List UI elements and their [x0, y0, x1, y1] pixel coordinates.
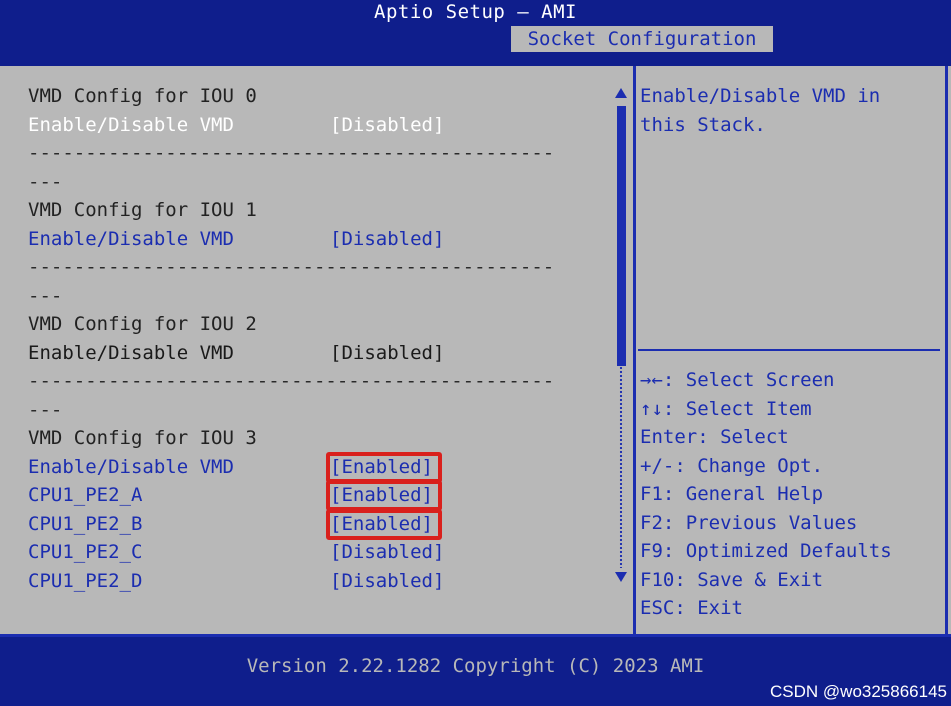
- setting-label: CPU1_PE2_B: [28, 512, 143, 535]
- setting-value[interactable]: [Disabled]: [330, 538, 444, 566]
- triangle-up-icon[interactable]: [615, 88, 627, 98]
- setting-row[interactable]: Enable/Disable VMD [Disabled]: [28, 225, 448, 253]
- help-line-1: Enable/Disable VMD in: [640, 85, 881, 107]
- section-heading: VMD Config for IOU 0: [28, 85, 257, 107]
- key-f1-help: F1: General Help: [640, 483, 824, 505]
- tab-socket-configuration[interactable]: Socket Configuration: [511, 26, 773, 52]
- setting-label: CPU1_PE2_C: [28, 541, 143, 563]
- section-heading: VMD Config for IOU 1: [28, 199, 257, 221]
- watermark: CSDN @wo325866145: [770, 682, 947, 701]
- help-divider: [638, 349, 940, 351]
- separator: ---: [28, 398, 63, 421]
- key-f2-previous: F2: Previous Values: [640, 511, 858, 534]
- panel-divider: [633, 66, 636, 637]
- setting-row[interactable]: Enable/Disable VMD [Disabled]: [28, 111, 448, 139]
- settings-list: VMD Config for IOU 0 Enable/Disable VMD [D…: [0, 66, 632, 637]
- key-select-item: ↑↓: Select Item: [640, 397, 812, 420]
- setting-value[interactable]: [Disabled]: [330, 225, 444, 253]
- scrollbar-thumb[interactable]: [617, 106, 626, 366]
- key-f10-save-exit: F10: Save & Exit: [640, 568, 824, 591]
- help-line-2: this Stack.: [640, 114, 766, 136]
- separator: ----------------------------------------…: [28, 370, 555, 392]
- separator: ---: [28, 170, 63, 193]
- key-esc-exit: ESC: Exit: [640, 597, 743, 619]
- bios-screen: Aptio Setup – AMI Socket Configuration V…: [0, 0, 951, 706]
- setting-label: Enable/Disable VMD: [28, 455, 234, 478]
- setting-row[interactable]: CPU1_PE2_D [Disabled]: [28, 567, 448, 595]
- main-panel: VMD Config for IOU 0 Enable/Disable VMD [D…: [0, 66, 951, 637]
- separator: ----------------------------------------…: [28, 142, 555, 164]
- section-heading: VMD Config for IOU 2: [28, 313, 257, 335]
- highlight-box: [326, 480, 442, 511]
- key-change-opt: +/-: Change Opt.: [640, 454, 824, 477]
- highlight-box: [326, 451, 442, 483]
- separator: ----------------------------------------…: [28, 256, 555, 278]
- key-legend: →←: Select Screen ↑↓: Select Item Enter:…: [640, 366, 945, 623]
- version-footer: Version 2.22.1282 Copyright (C) 2023 AMI: [246, 655, 705, 677]
- setting-row[interactable]: CPU1_PE2_C [Disabled]: [28, 538, 448, 566]
- setting-label: CPU1_PE2_D: [28, 569, 143, 592]
- setting-row: Enable/Disable VMD [Disabled]: [28, 339, 448, 367]
- key-enter: Enter: Select: [640, 426, 789, 448]
- section-heading: VMD Config for IOU 3: [28, 427, 257, 449]
- help-text: Enable/Disable VMD in this Stack.: [640, 82, 940, 140]
- bottom-border: [0, 634, 951, 637]
- scrollbar-track[interactable]: [619, 366, 624, 568]
- highlight-box: [326, 508, 442, 540]
- key-select-screen: →←: Select Screen: [640, 369, 835, 391]
- setting-label: Enable/Disable VMD: [28, 227, 234, 250]
- setting-value[interactable]: [Disabled]: [330, 567, 444, 595]
- setting-value: [Disabled]: [330, 341, 445, 364]
- app-title: Aptio Setup – AMI: [374, 1, 577, 23]
- setting-label: Enable/Disable VMD: [28, 113, 234, 136]
- key-f9-defaults: F9: Optimized Defaults: [640, 540, 892, 562]
- setting-label: Enable/Disable VMD: [28, 341, 234, 364]
- setting-value[interactable]: [Disabled]: [330, 111, 444, 139]
- separator: ---: [28, 284, 63, 307]
- right-border: [945, 66, 948, 637]
- setting-label: CPU1_PE2_A: [28, 484, 143, 506]
- triangle-down-icon[interactable]: [615, 572, 627, 582]
